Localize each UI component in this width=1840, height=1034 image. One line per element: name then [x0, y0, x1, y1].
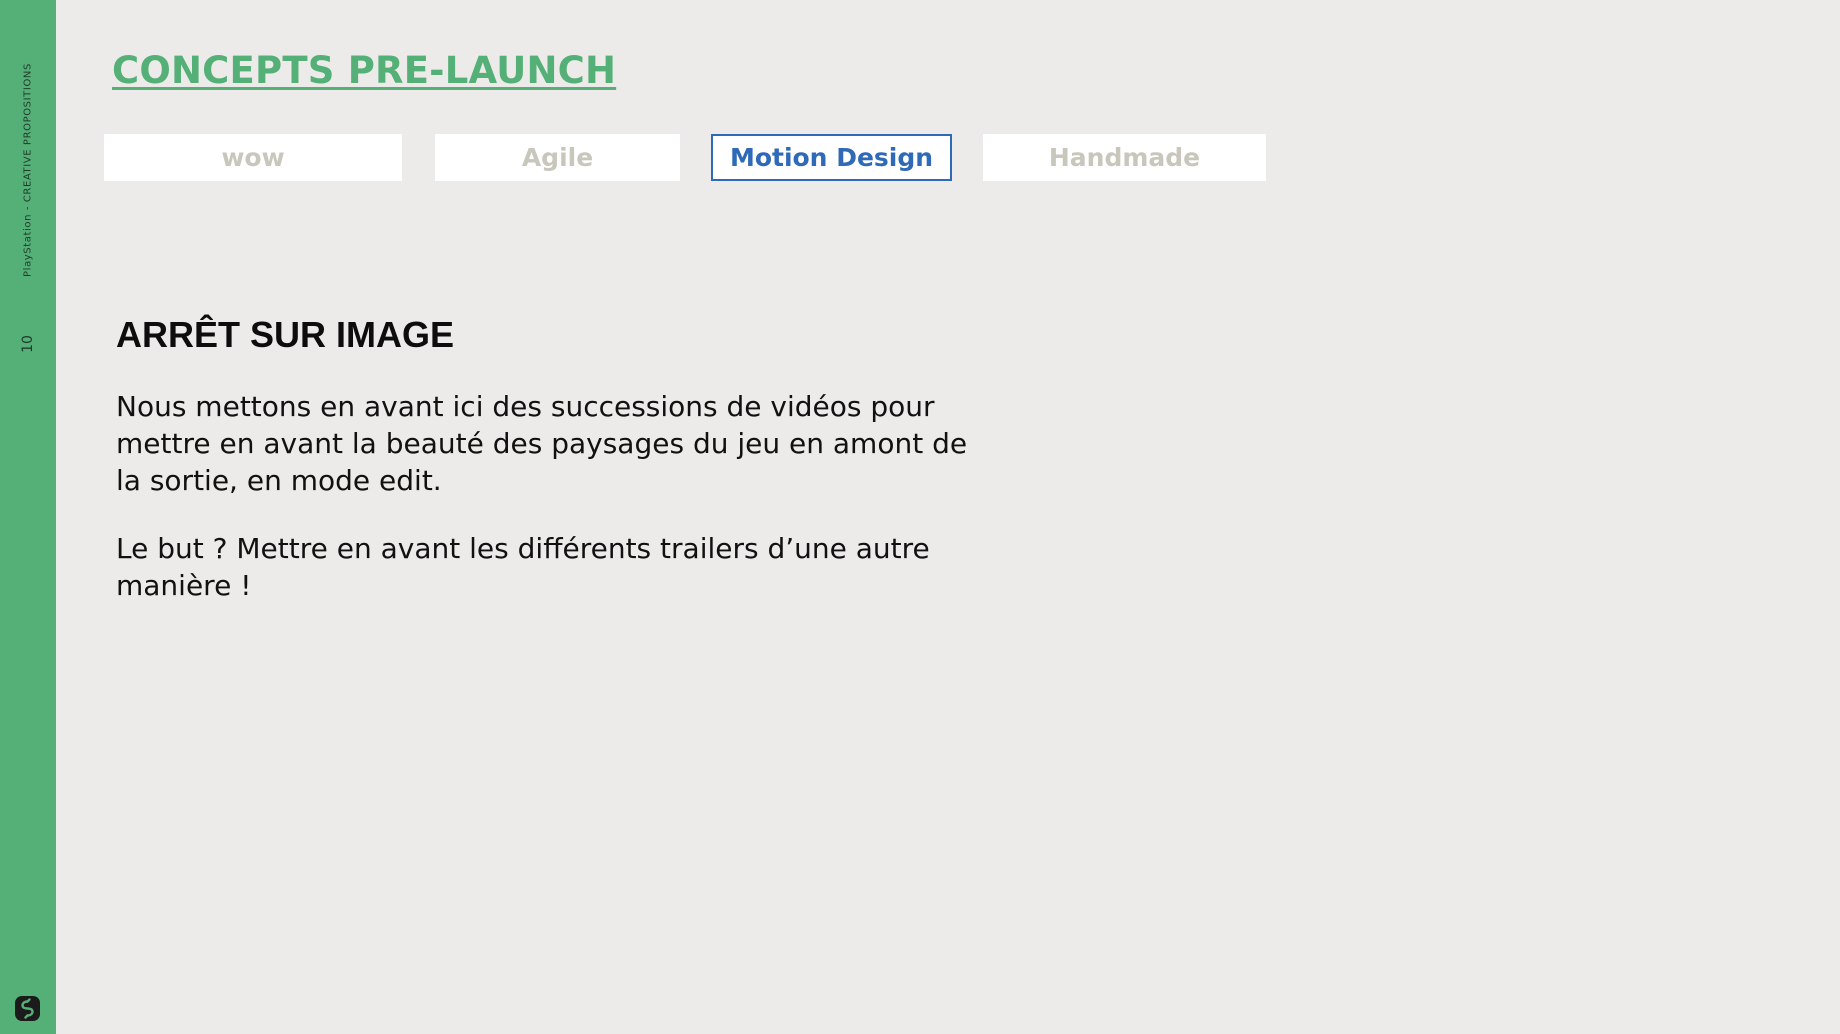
description-paragraph-2: Le but ? Mettre en avant les différents … — [116, 532, 930, 602]
slide-page: PlayStation - CREATIVE PROPOSITIONS 10 C… — [0, 0, 1840, 1034]
tab-motion-design[interactable]: Motion Design — [711, 134, 952, 181]
sidebar: PlayStation - CREATIVE PROPOSITIONS 10 — [0, 0, 56, 1034]
description-paragraph-1: Nous mettons en avant ici des succession… — [116, 390, 968, 497]
tab-handmade[interactable]: Handmade — [983, 134, 1266, 181]
tab-wow[interactable]: wow — [104, 134, 402, 181]
tab-agile[interactable]: Agile — [435, 134, 680, 181]
section-heading: ARRÊT SUR IMAGE — [116, 314, 455, 355]
page-title: CONCEPTS PRE-LAUNCH — [112, 49, 617, 92]
sidebar-vertical-caption: PlayStation - CREATIVE PROPOSITIONS — [22, 63, 34, 277]
page-number: 10 — [20, 335, 36, 353]
swirl-logo-icon — [15, 996, 40, 1021]
